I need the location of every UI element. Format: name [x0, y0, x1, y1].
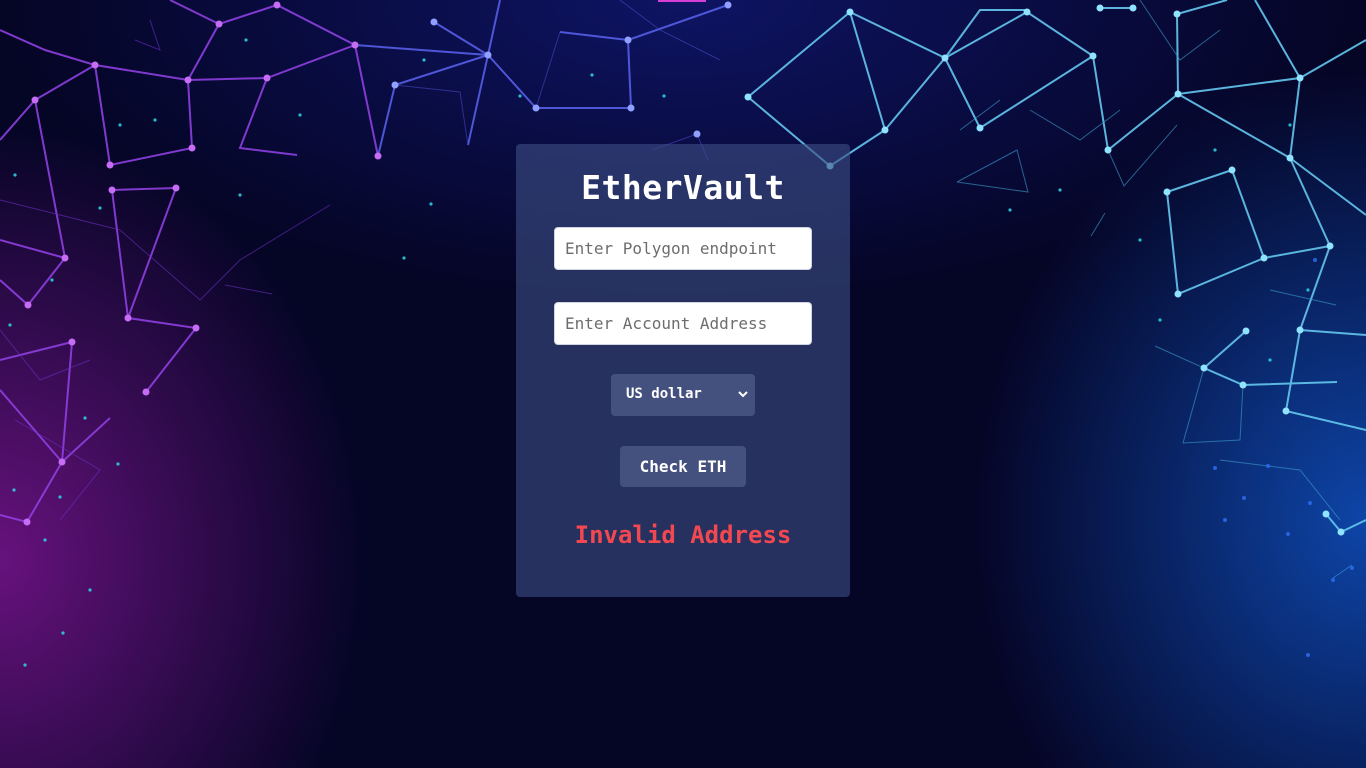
top-accent-bar	[658, 0, 706, 2]
polygon-endpoint-input[interactable]	[554, 227, 812, 270]
currency-select[interactable]: US dollar	[611, 374, 755, 416]
check-eth-button[interactable]: Check ETH	[620, 446, 746, 487]
status-message: Invalid Address	[574, 521, 792, 549]
chevron-down-icon	[738, 391, 748, 398]
app-title: EtherVault	[581, 168, 785, 207]
currency-select-value: US dollar	[626, 386, 702, 402]
account-address-input[interactable]	[554, 302, 812, 345]
ethervault-card: EtherVault US dollar Check ETH Invalid A…	[516, 144, 850, 597]
